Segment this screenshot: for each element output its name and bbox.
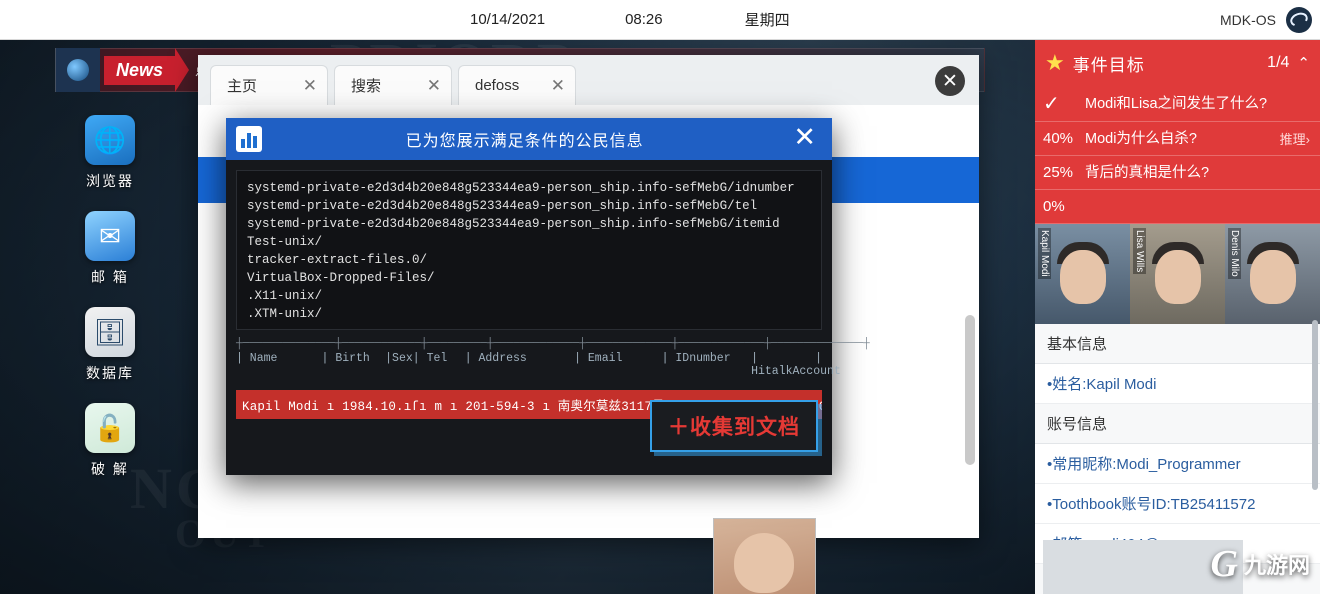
chart-bar-1 — [241, 139, 245, 148]
column-address: | Address — [464, 352, 527, 365]
panel-scrollbar[interactable] — [1312, 320, 1318, 490]
event-progress-count: 1/4 — [1267, 54, 1290, 71]
column-idnumber: | IDnumber — [661, 352, 731, 365]
news-brand: News — [104, 55, 176, 85]
portrait-face-icon — [1059, 250, 1106, 304]
collect-to-document-button[interactable]: ＋收集到文档 — [650, 400, 818, 452]
column-email: | Email — [574, 352, 623, 365]
portrait-lisa-wills[interactable]: Lisa Wills — [1130, 224, 1225, 324]
watermark-logo: G — [1210, 543, 1238, 585]
quest-item-2[interactable]: 40% Modi为什么自杀? 推理› — [1035, 122, 1320, 156]
quest-item-3[interactable]: 25% 背后的真相是什么? — [1035, 156, 1320, 190]
dock-item-mail[interactable]: ✉ 邮 箱 — [55, 211, 165, 287]
quest-text-3: 背后的真相是什么? — [1085, 164, 1210, 181]
portrait-tag-2: Lisa Wills — [1133, 228, 1146, 275]
top-status-bar: 10/14/2021 08:26 星期四 MDK-OS — [0, 0, 1320, 40]
quest-status-3: 25% — [1043, 164, 1074, 181]
event-panel-header: ★ 事件目标 1/4 ⌃ — [1035, 40, 1320, 86]
dock-label-browser: 浏览器 — [86, 173, 134, 189]
tab-label-search: 搜索 — [351, 78, 382, 95]
system-date: 10/14/2021 — [470, 11, 546, 28]
close-icon[interactable]: ✕ — [303, 76, 317, 96]
chart-icon — [236, 126, 262, 152]
chevron-up-icon[interactable]: ⌃ — [1297, 54, 1310, 72]
info-nickname[interactable]: •常用昵称:Modi_Programmer — [1035, 444, 1320, 484]
info-name[interactable]: •姓名:Kapil Modi — [1035, 364, 1320, 404]
quest-status-1: ✓ — [1043, 93, 1060, 115]
terminal-output: systemd-private-e2d3d4b20e848g523344ea9-… — [236, 170, 822, 330]
table-header-row: | Name | Birth |Sex| Tel | Address | Ema… — [236, 352, 841, 378]
star-icon: ★ — [1045, 50, 1065, 75]
quest-text-2: Modi为什么自杀? — [1085, 130, 1197, 147]
info-toothbook-id[interactable]: •Toothbook账号ID:TB25411572 — [1035, 484, 1320, 524]
close-icon[interactable]: ✕ — [787, 123, 822, 155]
column-birth: | Birth — [321, 352, 370, 365]
dock-label-crack: 破 解 — [91, 461, 129, 477]
portrait-kapil-modi[interactable]: Kapil Modi — [1035, 224, 1130, 324]
character-portraits: Kapil Modi Lisa Wills Denis Milo — [1035, 224, 1320, 324]
news-logo-dot-icon — [67, 59, 89, 81]
column-sex-tel: |Sex| Tel — [385, 352, 448, 365]
globe-icon: 🌐 — [85, 115, 135, 165]
quest-text-1: Modi和Lisa之间发生了什么? — [1085, 95, 1268, 112]
quest-status-2: 40% — [1043, 130, 1074, 147]
profile-photo-thumbnail — [713, 518, 816, 594]
portrait-face-icon — [1154, 250, 1201, 304]
tab-label-defoss: defoss — [475, 77, 520, 94]
column-hitalkaccount: | HitalkAccount — [751, 352, 841, 378]
dock-label-database: 数据库 — [86, 365, 134, 381]
news-logo-icon — [56, 48, 100, 92]
portrait-tag-3: Denis Milo — [1228, 228, 1241, 279]
portrait-tag-1: Kapil Modi — [1038, 228, 1051, 279]
citizen-info-terminal: 已为您展示满足条件的公民信息 ✕ systemd-private-e2d3d4b… — [226, 118, 870, 475]
browser-scrollbar[interactable] — [965, 315, 975, 465]
browser-tab-defoss[interactable]: defoss ✕ — [458, 65, 576, 105]
terminal-header: 已为您展示满足条件的公民信息 ✕ — [226, 118, 832, 160]
news-separator — [175, 48, 190, 92]
portrait-face-icon — [1249, 250, 1296, 304]
section-title-basic-info: 基本信息 — [1035, 324, 1320, 364]
system-time: 08:26 — [625, 11, 663, 28]
browser-tab-strip: 主页 ✕ 搜索 ✕ defoss ✕ ✕ — [198, 55, 979, 105]
desktop-dock: 🌐 浏览器 ✉ 邮 箱 🗄 数据库 🔓 破 解 — [55, 115, 165, 479]
window-close-button[interactable]: ✕ — [935, 66, 965, 96]
os-name: MDK-OS — [1220, 11, 1276, 28]
browser-tab-search[interactable]: 搜索 ✕ — [334, 65, 452, 105]
watermark: G 九游网 — [1211, 542, 1310, 586]
dock-item-crack[interactable]: 🔓 破 解 — [55, 403, 165, 479]
close-icon[interactable]: ✕ — [551, 76, 565, 96]
close-icon[interactable]: ✕ — [427, 76, 441, 96]
os-logo-icon — [1286, 6, 1312, 33]
dock-item-browser[interactable]: 🌐 浏览器 — [55, 115, 165, 191]
terminal-title: 已为您展示满足条件的公民信息 — [405, 133, 644, 150]
column-name: | Name — [236, 352, 278, 365]
quest-status-4: 0% — [1043, 198, 1065, 215]
event-panel-title: 事件目标 — [1072, 55, 1145, 75]
chart-bar-3 — [253, 136, 257, 148]
browser-tab-home[interactable]: 主页 ✕ — [210, 65, 328, 105]
quest-link-2[interactable]: 推理› — [1280, 129, 1310, 148]
watermark-text: 九游网 — [1243, 553, 1310, 578]
system-weekday: 星期四 — [744, 12, 790, 29]
chart-bar-2 — [247, 133, 251, 148]
dock-label-mail: 邮 箱 — [91, 269, 129, 285]
tab-label-home: 主页 — [227, 78, 258, 95]
mail-icon: ✉ — [85, 211, 135, 261]
event-objective-panel: ★ 事件目标 1/4 ⌃ ✓ Modi和Lisa之间发生了什么? 40% Mod… — [1035, 40, 1320, 594]
quest-list: ✓ Modi和Lisa之间发生了什么? 40% Modi为什么自杀? 推理› 2… — [1035, 86, 1320, 224]
quest-item-1[interactable]: ✓ Modi和Lisa之间发生了什么? — [1035, 86, 1320, 122]
section-title-account-info: 账号信息 — [1035, 404, 1320, 444]
quest-item-4[interactable]: 0% — [1035, 190, 1320, 224]
dock-item-database[interactable]: 🗄 数据库 — [55, 307, 165, 383]
database-icon: 🗄 — [85, 307, 135, 357]
portrait-denis-milo[interactable]: Denis Milo — [1225, 224, 1320, 324]
column-end: | — [815, 352, 822, 365]
table-ruler: ┼──────────────┼────────────┼─────────┼─… — [236, 338, 870, 350]
crack-icon: 🔓 — [85, 403, 135, 453]
